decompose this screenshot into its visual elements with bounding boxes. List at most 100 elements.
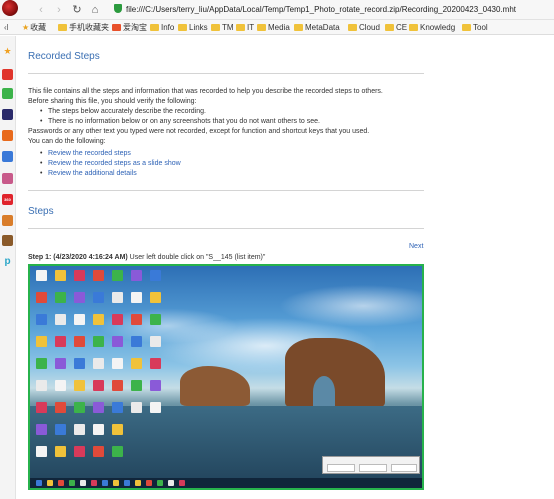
desktop-file-icon [74,402,85,413]
taskbar-app-icon [113,480,119,486]
folder-icon [211,24,220,31]
step-1-screenshot[interactable] [28,264,424,490]
bookmark-it[interactable]: IT [236,20,254,34]
bookmark-knowledge[interactable]: Knowledg [409,20,455,34]
desktop-file-icon [131,380,142,391]
bookmark-favorites[interactable]: ★收藏 [22,20,46,34]
folder-icon [385,24,394,31]
bookmark-mobile[interactable]: 手机收藏夹 [58,20,109,34]
desktop-file-icon [150,270,161,281]
bookmark-cloud[interactable]: Cloud [348,20,380,34]
folder-icon [257,24,266,31]
bookmark-tool[interactable]: Tool [462,20,488,34]
favorites-icon[interactable]: ★ [2,46,13,57]
address-text: file:///C:/Users/terry_liu/AppData/Local… [126,5,516,14]
desktop-file-icon [55,336,66,347]
game3-icon[interactable] [2,235,13,246]
desktop-file-icon [74,358,85,369]
taskbar-app-icon [36,480,42,486]
desktop-file-icon [36,292,47,303]
desktop-file-icon [74,446,85,457]
app-green-icon[interactable] [2,88,13,99]
bookmark-ce[interactable]: CE [385,20,407,34]
desktop-file-icon [55,270,66,281]
back-button[interactable]: ‹ [34,3,48,17]
desktop-file-icon [36,358,47,369]
step-1-label: Step 1: (4/23/2020 4:16:24 AM) [28,254,128,261]
review-slideshow-link[interactable]: Review the recorded steps as a slide sho… [40,160,181,167]
desktop-file-icon [93,270,104,281]
desktop-file-icon [112,424,123,435]
taskbar-app-icon [135,480,141,486]
desktop-file-icon [36,380,47,391]
desktop-file-icon [36,336,47,347]
desktop-file-icon [93,292,104,303]
intro-text-2: Before sharing this file, you should ver… [28,98,197,105]
browser-toolbar: ‹ › ↻ ⌂ file:///C:/Users/terry_liu/AppDa… [0,0,554,20]
p-icon[interactable]: p [2,256,13,267]
desktop-file-icon [150,402,161,413]
desktop-file-icon [93,358,104,369]
taskbar-app-icon [58,480,64,486]
desktop-file-icon [74,292,85,303]
folder-icon [462,24,471,31]
desktop-file-icon [150,358,161,369]
folder-icon [58,24,67,31]
verify-bullet-1: The steps below accurately describe the … [40,108,206,115]
desktop-file-icon [36,402,47,413]
review-steps-link[interactable]: Review the recorded steps [40,150,131,157]
bookmark-tm[interactable]: TM [211,20,234,34]
divider [28,228,424,229]
review-details-link[interactable]: Review the additional details [40,170,137,177]
desktop-file-icon [93,402,104,413]
taskbar-app-icon [91,480,97,486]
bookmark-info[interactable]: Info [150,20,174,34]
step-1-description: Step 1: (4/23/2020 4:16:24 AM) User left… [28,254,265,261]
bookmark-media[interactable]: Media [257,20,290,34]
hao-icon[interactable]: 360 [2,194,13,205]
home-icon: ⌂ [91,4,99,16]
forward-button[interactable]: › [52,3,66,17]
intro-text-1: This file contains all the steps and inf… [28,88,383,95]
desktop-file-icon [112,314,123,325]
bookmark-taobao[interactable]: 爱淘宝 [112,20,147,34]
step-1-text: User left double click on "S__145 (list … [127,254,266,261]
desktop-file-icon [74,424,85,435]
desktop-file-icon [112,292,123,303]
page-title: Recorded Steps [28,51,100,62]
taskbar [30,478,422,488]
game-icon[interactable] [2,173,13,184]
desktop-file-icon [93,446,104,457]
desktop-file-icon [112,336,123,347]
app-blue-icon[interactable] [2,151,13,162]
folder-icon [294,24,303,31]
desktop-file-icon [150,380,161,391]
game2-icon[interactable] [2,215,13,226]
app-orange-icon[interactable] [2,130,13,141]
next-link[interactable]: Next [409,243,423,250]
desktop-file-icon [36,424,47,435]
app-dark-icon[interactable] [2,109,13,120]
desktop-file-icon [93,336,104,347]
taskbar-app-icon [80,480,86,486]
desktop-file-icon [55,446,66,457]
bookmark-metadata[interactable]: MetaData [294,20,340,34]
desktop-file-icon [74,380,85,391]
bookmark-links[interactable]: Links [178,20,208,34]
context-popup [322,456,420,474]
reload-button[interactable]: ↻ [70,3,84,17]
steps-heading: Steps [28,206,54,217]
profile-avatar[interactable] [2,0,18,16]
desktop-file-icon [74,314,85,325]
bookmarks-collapse-icon[interactable]: ‹l [4,20,8,34]
taskbar-app-icon [157,480,163,486]
popup-button [391,464,417,472]
weibo-icon[interactable] [2,69,13,80]
desktop-file-icon [36,446,47,457]
desktop-file-icon [112,402,123,413]
address-bar[interactable]: file:///C:/Users/terry_liu/AppData/Local… [114,3,552,17]
home-button[interactable]: ⌂ [88,3,102,17]
desktop-file-icon [131,358,142,369]
popup-button [359,464,387,472]
divider [28,73,424,74]
